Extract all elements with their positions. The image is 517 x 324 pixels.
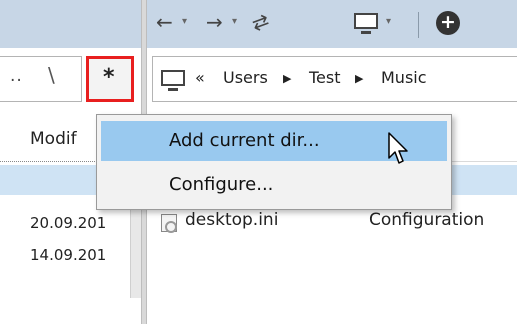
toolbar-separator — [418, 12, 419, 38]
menu-item-label: Configure... — [169, 174, 274, 195]
settings-file-icon — [161, 214, 177, 233]
mouse-pointer-icon — [388, 132, 408, 164]
date-cell: 20.09.201 — [30, 214, 107, 232]
date-cell: 14.09.201 — [30, 246, 107, 264]
address-bar[interactable]: « Users ▶ Test ▶ Music — [152, 56, 517, 102]
column-header-label: Modif — [30, 129, 77, 149]
breadcrumb-chevron-icon[interactable]: ▶ — [355, 72, 363, 85]
breadcrumb-chevron-icon[interactable]: ▶ — [283, 72, 291, 85]
left-toolbar — [0, 0, 141, 48]
vertical-scrollbar[interactable] — [130, 198, 141, 298]
star-icon: * — [103, 65, 115, 90]
left-path-bar[interactable]: .. \ — [0, 56, 82, 102]
menu-item-configure[interactable]: Configure... — [101, 165, 447, 205]
breadcrumb-overflow[interactable]: « — [195, 68, 205, 87]
parent-dir-link[interactable]: .. — [10, 66, 23, 86]
add-icon[interactable]: + — [436, 11, 460, 35]
breadcrumb-item[interactable]: Users — [223, 68, 268, 87]
root-dir-link[interactable]: \ — [48, 63, 55, 87]
back-history-dropdown-icon[interactable]: ▾ — [182, 16, 187, 27]
monitor-icon[interactable] — [354, 13, 378, 34]
file-name: desktop.ini — [185, 210, 279, 230]
right-toolbar — [147, 0, 517, 48]
table-row[interactable]: desktop.ini Configuration — [147, 210, 517, 242]
forward-history-dropdown-icon[interactable]: ▾ — [232, 16, 237, 27]
file-type: Configuration — [369, 210, 485, 230]
breadcrumb-item[interactable]: Music — [381, 68, 427, 87]
computer-icon[interactable] — [161, 70, 185, 91]
favorites-button[interactable]: * — [86, 56, 134, 102]
menu-item-label: Add current dir... — [169, 130, 320, 151]
breadcrumb-item[interactable]: Test — [309, 68, 341, 87]
drive-dropdown-icon[interactable]: ▾ — [386, 16, 391, 27]
forward-arrow-icon[interactable]: → — [206, 10, 223, 34]
back-arrow-icon[interactable]: ← — [156, 10, 173, 34]
